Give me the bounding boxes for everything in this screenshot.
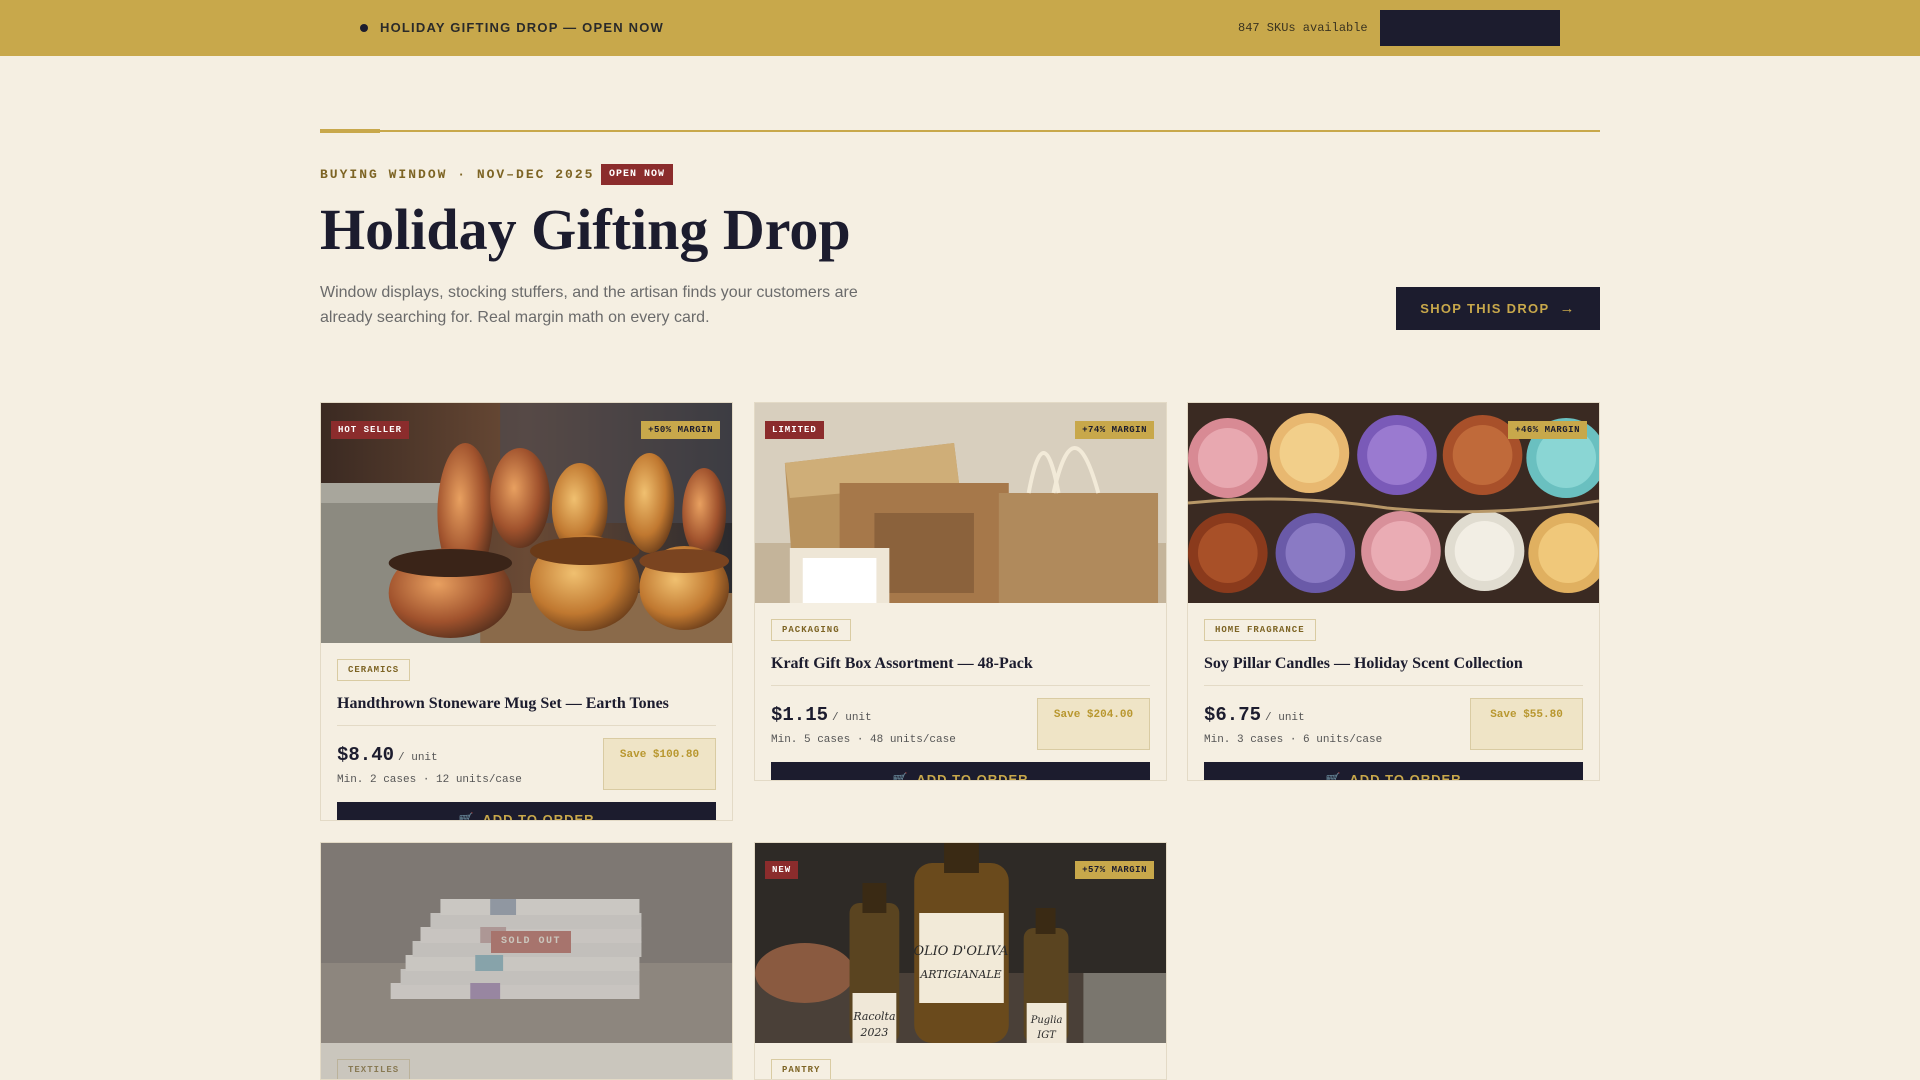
- live-dot-icon: [360, 24, 368, 32]
- price-row: $1.15/ unit Min. 5 cases · 48 units/case…: [771, 686, 1150, 762]
- announcement-bar: HOLIDAY GIFTING DROP — OPEN NOW 847 SKUs…: [0, 0, 1920, 56]
- product-card-textiles[interactable]: SOLD OUT TEXTILES: [320, 842, 733, 1080]
- product-image-olive-oil: OLIO D'OLIVA ARTIGIANALE Racolta 2023 Pu…: [755, 843, 1166, 1043]
- price-unit: / unit: [1265, 712, 1305, 724]
- product-image-kraft-boxes: LIMITED +74% MARGIN: [755, 403, 1166, 603]
- add-to-order-button[interactable]: 🛒 ADD TO ORDER: [771, 762, 1150, 781]
- price-row: $6.75/ unit Min. 3 cases · 6 units/case …: [1204, 686, 1583, 762]
- product-badge: LIMITED: [765, 421, 824, 439]
- product-body: PACKAGING Kraft Gift Box Assortment — 48…: [755, 603, 1166, 781]
- arrow-right-icon: →: [1559, 300, 1576, 317]
- margin-badge: +57% MARGIN: [1075, 861, 1154, 879]
- product-body: PANTRY: [755, 1043, 1166, 1079]
- category-tag: CERAMICS: [337, 659, 411, 681]
- product-body: TEXTILES: [321, 1043, 732, 1079]
- status-badge: OPEN NOW: [601, 164, 674, 185]
- buying-window-label: BUYING WINDOW · NOV–DEC 2025: [320, 167, 595, 182]
- product-image-textiles: SOLD OUT: [321, 843, 732, 1043]
- savings-badge: Save $204.00: [1037, 698, 1150, 750]
- label-right-1: Puglia: [1030, 1015, 1063, 1026]
- add-to-order-button[interactable]: 🛒 ADD TO ORDER: [337, 802, 716, 821]
- margin-badge: +74% MARGIN: [1075, 421, 1154, 439]
- product-badge: NEW: [765, 861, 799, 879]
- minimum-order: Min. 3 cases · 6 units/case: [1204, 734, 1383, 746]
- price-value: $6.75: [1204, 704, 1262, 726]
- product-card-kraft-boxes[interactable]: LIMITED +74% MARGIN PACKAGING Kraft Gift…: [754, 402, 1167, 781]
- price-value: $1.15: [771, 704, 829, 726]
- add-to-order-label: ADD TO ORDER: [1349, 772, 1462, 781]
- label-right-2: IGT: [1036, 1030, 1057, 1041]
- category-tag: PANTRY: [771, 1059, 832, 1079]
- add-to-order-button[interactable]: 🛒 ADD TO ORDER: [1204, 762, 1583, 781]
- product-name: Soy Pillar Candles — Holiday Scent Colle…: [1204, 655, 1583, 686]
- price-unit: / unit: [832, 712, 872, 724]
- section-divider: [320, 130, 1600, 132]
- price-unit: / unit: [398, 752, 438, 764]
- divider-accent: [320, 129, 380, 133]
- shop-this-drop-button[interactable]: SHOP THIS DROP →: [1396, 287, 1600, 330]
- unit-price: $8.40/ unit: [337, 744, 438, 766]
- label-left-1: Racolta: [852, 1010, 895, 1023]
- unit-price: $1.15/ unit: [771, 704, 872, 726]
- unit-price: $6.75/ unit: [1204, 704, 1305, 726]
- price-value: $8.40: [337, 744, 395, 766]
- product-name: Handthrown Stoneware Mug Set — Earth Ton…: [337, 695, 716, 726]
- topbar-cta-button[interactable]: [1380, 10, 1560, 46]
- margin-badge: +46% MARGIN: [1508, 421, 1587, 439]
- price-row: $8.40/ unit Min. 2 cases · 12 units/case…: [337, 726, 716, 802]
- product-card-olive-oil[interactable]: OLIO D'OLIVA ARTIGIANALE Racolta 2023 Pu…: [754, 842, 1167, 1080]
- product-name: Kraft Gift Box Assortment — 48-Pack: [771, 655, 1150, 686]
- page-subtitle: Window displays, stocking stuffers, and …: [320, 284, 858, 326]
- label-line-1: OLIO D'OLIVA: [914, 944, 1009, 959]
- add-to-order-label: ADD TO ORDER: [482, 812, 595, 821]
- sku-count: 847 SKUs available: [1238, 21, 1368, 35]
- savings-badge: Save $55.80: [1470, 698, 1583, 750]
- product-image-candles: +46% MARGIN: [1188, 403, 1599, 603]
- product-body: CERAMICS Handthrown Stoneware Mug Set — …: [321, 643, 732, 821]
- shop-button-label: SHOP THIS DROP: [1420, 301, 1550, 316]
- add-to-order-label: ADD TO ORDER: [916, 772, 1029, 781]
- product-card-candles[interactable]: +46% MARGIN HOME FRAGRANCE Soy Pillar Ca…: [1187, 402, 1600, 781]
- minimum-order: Min. 2 cases · 12 units/case: [337, 774, 522, 786]
- sold-out-badge: SOLD OUT: [491, 931, 572, 953]
- savings-badge: Save $100.80: [603, 738, 716, 790]
- category-tag: TEXTILES: [337, 1059, 411, 1079]
- product-body: HOME FRAGRANCE Soy Pillar Candles — Holi…: [1188, 603, 1599, 781]
- cart-icon: 🛒: [458, 812, 475, 821]
- minimum-order: Min. 5 cases · 48 units/case: [771, 734, 956, 746]
- product-badge: HOT SELLER: [331, 421, 410, 439]
- label-line-2: ARTIGIANALE: [919, 968, 1001, 981]
- label-left-2: 2023: [859, 1026, 888, 1039]
- margin-badge: +50% MARGIN: [641, 421, 720, 439]
- cart-icon: 🛒: [892, 772, 909, 781]
- category-tag: PACKAGING: [771, 619, 851, 641]
- product-card-mugs[interactable]: HOT SELLER +50% MARGIN CERAMICS Handthro…: [320, 402, 733, 821]
- page-title: Holiday Gifting Drop: [320, 197, 851, 262]
- product-image-mugs: HOT SELLER +50% MARGIN: [321, 403, 732, 643]
- category-tag: HOME FRAGRANCE: [1204, 619, 1316, 641]
- announcement-text: HOLIDAY GIFTING DROP — OPEN NOW: [380, 20, 664, 35]
- cart-icon: 🛒: [1325, 772, 1342, 781]
